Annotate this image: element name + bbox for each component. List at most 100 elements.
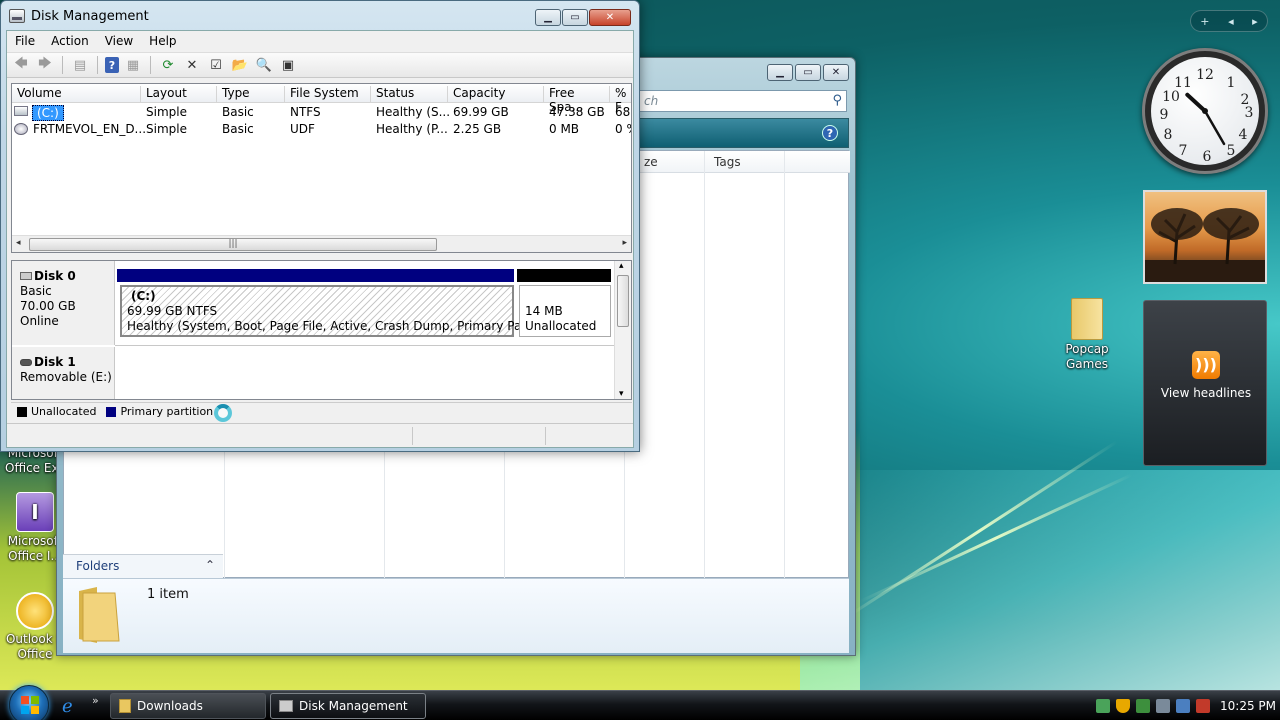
title-bar[interactable]: Disk Management bbox=[9, 6, 149, 26]
column-header-free-space[interactable]: Free Spa... bbox=[544, 86, 610, 114]
clock-numeral: 6 bbox=[1203, 149, 1212, 165]
disk1-label[interactable]: Disk 1 Removable (E:) bbox=[12, 347, 115, 399]
explore-icon[interactable]: 🔍 bbox=[254, 55, 274, 75]
taskbar: ℯ » Downloads Disk Management 10:25 PM bbox=[0, 685, 1280, 720]
volume-list[interactable]: Volume Layout Type File System Status Ca… bbox=[11, 83, 632, 253]
volume-status: Healthy (P... bbox=[376, 122, 448, 136]
volume-free: 47.38 GB bbox=[549, 105, 605, 119]
scroll-up-icon[interactable]: ▴ bbox=[619, 261, 624, 271]
column-header-layout[interactable]: Layout bbox=[141, 86, 217, 103]
show-hide-tree-icon[interactable]: ▤ bbox=[70, 55, 90, 75]
network-tray-icon[interactable] bbox=[1096, 699, 1110, 713]
scroll-right-icon[interactable]: ▸ bbox=[622, 238, 627, 248]
column-header-size[interactable]: ze bbox=[644, 155, 658, 169]
partition-c[interactable]: (C:) 69.99 GB NTFS Healthy (System, Boot… bbox=[120, 285, 562, 337]
partition-c-status: Healthy (System, Boot, Page File, Active… bbox=[127, 319, 562, 333]
desktop-icon-popcap-games[interactable]: Popcap Games bbox=[1058, 298, 1116, 372]
maximize-button[interactable]: ▭ bbox=[795, 64, 821, 81]
minimize-button[interactable]: ▁ bbox=[767, 64, 793, 81]
slideshow-gadget[interactable] bbox=[1143, 190, 1267, 284]
column-header-tags[interactable]: Tags bbox=[714, 155, 741, 169]
clock-gadget[interactable]: 12 1 2 3 4 5 6 7 8 9 10 11 bbox=[1142, 48, 1268, 174]
volume-muted-icon[interactable] bbox=[1196, 699, 1210, 713]
vertical-scrollbar[interactable]: ▴ ▾ bbox=[614, 261, 631, 399]
menu-view[interactable]: View bbox=[97, 34, 141, 48]
column-header-file-system[interactable]: File System bbox=[285, 86, 371, 103]
chevron-up-icon[interactable]: ⌃ bbox=[205, 558, 215, 572]
delete-icon[interactable]: ✕ bbox=[182, 55, 202, 75]
menu-file[interactable]: File bbox=[7, 34, 43, 48]
back-arrow-icon[interactable]: 🡄 bbox=[11, 55, 31, 75]
scroll-down-icon[interactable]: ▾ bbox=[619, 389, 624, 399]
help-icon[interactable]: ? bbox=[822, 125, 838, 141]
column-header-status[interactable]: Status bbox=[371, 86, 448, 103]
minimize-button[interactable]: ▁ bbox=[535, 9, 561, 26]
desktop-icon-label: Popcap bbox=[1065, 342, 1109, 356]
search-icon[interactable]: ⚲ bbox=[832, 93, 842, 108]
security-shield-icon[interactable] bbox=[1116, 699, 1130, 713]
help-icon[interactable]: ? bbox=[105, 57, 119, 73]
add-gadget-button[interactable]: + bbox=[1200, 15, 1209, 28]
internet-explorer-icon[interactable]: ℯ bbox=[62, 696, 73, 717]
feed-headlines-gadget[interactable]: ))) View headlines bbox=[1143, 300, 1267, 466]
disk-management-icon bbox=[279, 700, 293, 712]
rss-feed-icon: ))) bbox=[1192, 351, 1220, 379]
table-row[interactable]: FRTMEVOL_EN_D... Simple Basic UDF Health… bbox=[12, 121, 631, 138]
column-header-percent-free[interactable]: % F bbox=[610, 86, 631, 114]
monitor-tray-icon[interactable] bbox=[1176, 699, 1190, 713]
disk-management-window[interactable]: Disk Management ▁ ▭ ✕ File Action View H… bbox=[0, 0, 640, 452]
next-gadget-button[interactable]: ▸ bbox=[1252, 15, 1258, 28]
unallocated-region[interactable]: 14 MB Unallocated bbox=[519, 285, 611, 337]
tray-clock[interactable]: 10:25 PM bbox=[1220, 699, 1276, 713]
forward-arrow-icon[interactable]: 🡆 bbox=[35, 55, 55, 75]
scrollbar-thumb[interactable]: ||| bbox=[29, 238, 437, 251]
properties-sheet-icon[interactable]: ▣ bbox=[278, 55, 298, 75]
scrollbar-thumb[interactable] bbox=[617, 275, 629, 327]
folders-pane-toggle[interactable]: Folders ⌃ bbox=[63, 554, 223, 578]
taskbar-button-downloads[interactable]: Downloads bbox=[110, 693, 266, 719]
volume-name[interactable]: FRTMEVOL_EN_D... bbox=[28, 122, 146, 136]
search-input[interactable]: ch ⚲ bbox=[637, 90, 847, 112]
graphical-disk-view[interactable]: Disk 0 Basic 70.00 GB Online (C:) 69.99 … bbox=[11, 260, 632, 400]
close-button[interactable]: ✕ bbox=[589, 9, 631, 26]
checkmark-icon[interactable]: ☑ bbox=[206, 55, 226, 75]
menu-help[interactable]: Help bbox=[141, 34, 184, 48]
disk0-size: 70.00 GB bbox=[20, 299, 76, 313]
disk-icon bbox=[20, 272, 32, 280]
explorer-caption-buttons: ▁ ▭ ✕ bbox=[767, 64, 849, 81]
maximize-button[interactable]: ▭ bbox=[562, 9, 588, 26]
toolbar: 🡄 🡆 ▤ ? ▦ ⟳ ✕ ☑ 📂 🔍 ▣ bbox=[7, 52, 633, 78]
notification-area: 10:25 PM bbox=[1090, 691, 1280, 720]
menu-action[interactable]: Action bbox=[43, 34, 97, 48]
scroll-left-icon[interactable]: ◂ bbox=[16, 238, 21, 248]
tree-silhouette-image bbox=[1145, 208, 1265, 282]
volume-name[interactable]: (C:) bbox=[32, 105, 64, 121]
open-folder-icon[interactable]: 📂 bbox=[230, 55, 250, 75]
quick-launch-chevron-icon[interactable]: » bbox=[92, 694, 99, 707]
volume-fs: NTFS bbox=[290, 105, 321, 119]
refresh-icon[interactable]: ⟳ bbox=[158, 55, 178, 75]
volume-type: Basic bbox=[222, 122, 254, 136]
view-headlines-label[interactable]: View headlines bbox=[1144, 386, 1268, 400]
windows-defender-icon[interactable] bbox=[1156, 699, 1170, 713]
column-header-capacity[interactable]: Capacity bbox=[448, 86, 544, 103]
sync-tray-icon[interactable] bbox=[1136, 699, 1150, 713]
volume-type: Basic bbox=[222, 105, 254, 119]
table-row[interactable]: (C:) Simple Basic NTFS Healthy (S... 69.… bbox=[12, 104, 631, 121]
horizontal-scrollbar[interactable]: ◂ ||| ▸ bbox=[12, 235, 631, 252]
close-button[interactable]: ✕ bbox=[823, 64, 849, 81]
column-header-volume[interactable]: Volume bbox=[12, 86, 141, 103]
busy-cursor-icon bbox=[214, 404, 232, 422]
taskbar-button-disk-management[interactable]: Disk Management bbox=[270, 693, 426, 719]
properties-icon[interactable]: ▦ bbox=[123, 55, 143, 75]
removable-disk-icon bbox=[20, 359, 32, 366]
start-button[interactable] bbox=[9, 685, 49, 720]
column-header-type[interactable]: Type bbox=[217, 86, 285, 103]
toolbar-separator bbox=[62, 56, 63, 74]
sidebar-controls[interactable]: + ◂ ▸ bbox=[1190, 10, 1268, 32]
disk0-label[interactable]: Disk 0 Basic 70.00 GB Online bbox=[12, 261, 115, 345]
previous-gadget-button[interactable]: ◂ bbox=[1228, 15, 1234, 28]
caption-buttons: ▁ ▭ ✕ bbox=[535, 9, 631, 26]
clock-minute-hand bbox=[1203, 109, 1226, 146]
volume-pct-free: 0 % bbox=[615, 122, 631, 136]
